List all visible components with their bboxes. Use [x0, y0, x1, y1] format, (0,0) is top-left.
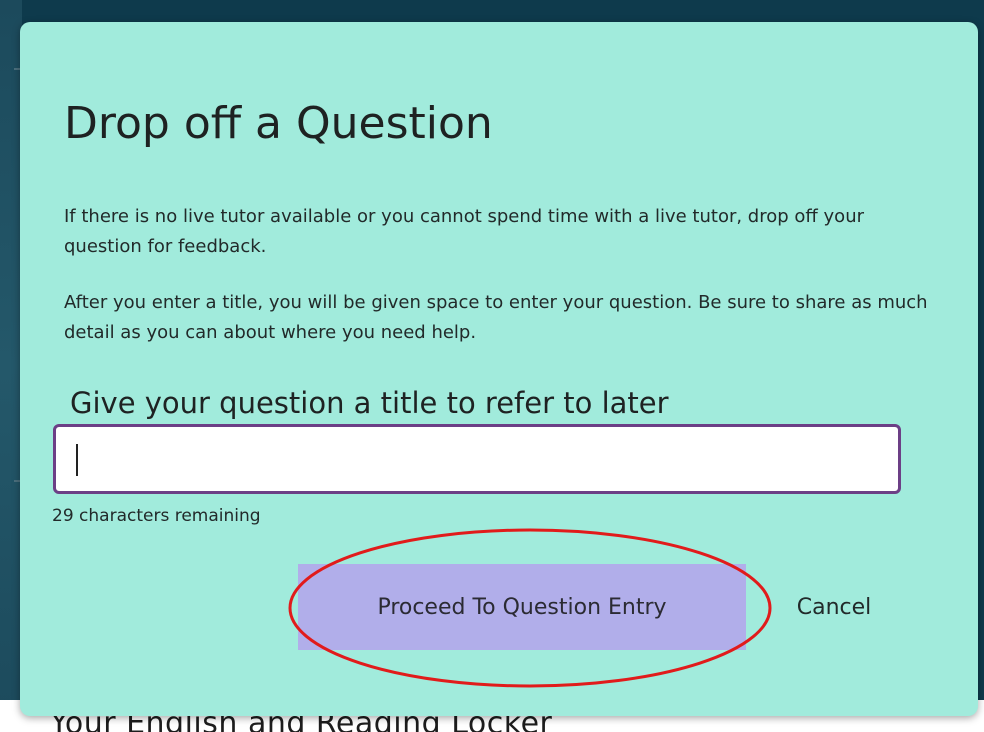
- dialog-description-1: If there is no live tutor available or y…: [64, 206, 865, 257]
- cancel-button[interactable]: Cancel: [770, 584, 898, 630]
- proceed-to-question-entry-button[interactable]: Proceed To Question Entry: [298, 564, 746, 650]
- text-cursor: [76, 444, 78, 476]
- background-left-strip: [0, 0, 22, 732]
- dialog-title: Drop off a Question: [64, 98, 493, 149]
- title-field-label: Give your question a title to refer to l…: [70, 386, 669, 420]
- characters-remaining: 29 characters remaining: [52, 506, 261, 526]
- dialog-description-2: After you enter a title, you will be giv…: [64, 292, 928, 343]
- question-title-input[interactable]: [53, 424, 901, 494]
